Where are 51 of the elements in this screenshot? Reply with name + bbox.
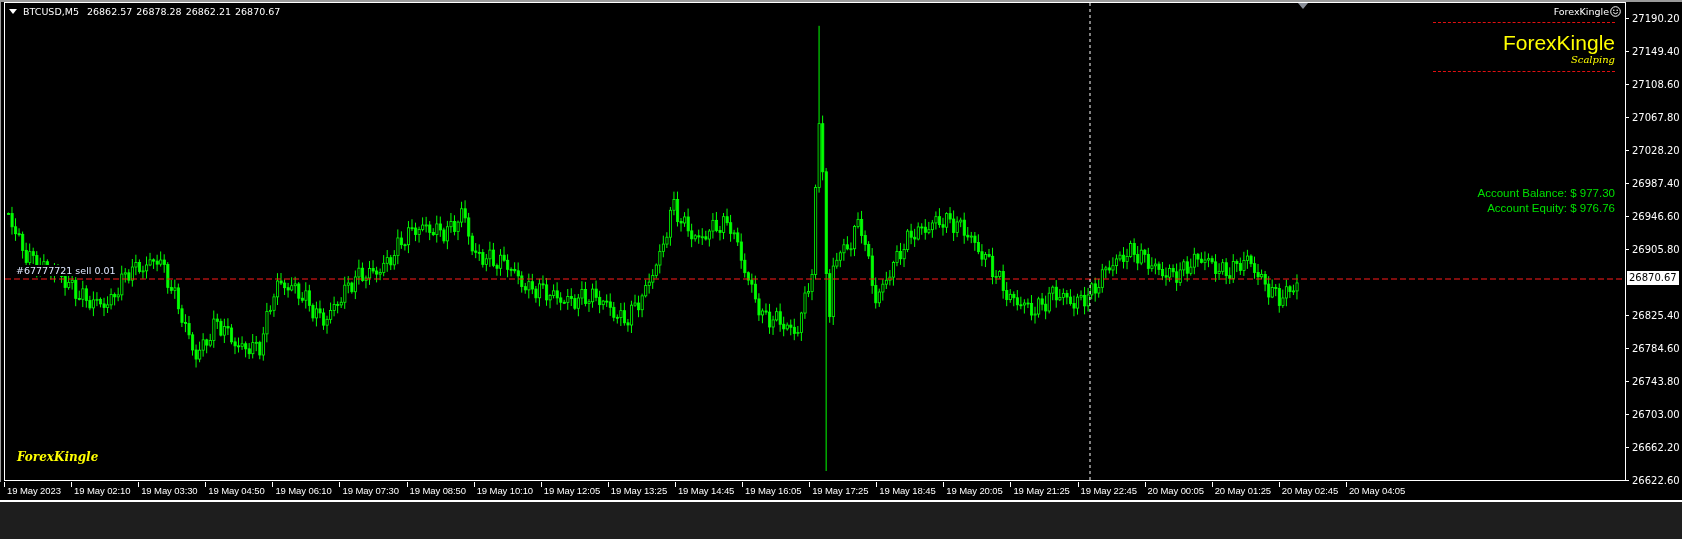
time-tick-label: 19 May 03:30 xyxy=(141,485,198,496)
price-tick-label: 26946.60 xyxy=(1632,211,1680,222)
order-label: #67777721 sell 0.01 xyxy=(14,265,118,276)
price-tick-label: 27108.60 xyxy=(1632,79,1680,90)
smiley-icon xyxy=(1610,6,1621,17)
price-tick-label: 26703.00 xyxy=(1632,409,1680,420)
high-price: 26878.28 xyxy=(136,6,182,17)
price-tick-label: 27028.20 xyxy=(1632,145,1680,156)
price-tick-label: 27190.20 xyxy=(1632,13,1680,24)
time-tick-label: 19 May 20:05 xyxy=(946,485,1003,496)
price-tick-label: 27149.40 xyxy=(1632,46,1680,57)
price-tick-label: 26784.60 xyxy=(1632,343,1680,354)
symbol-label: BTCUSD,M5 xyxy=(23,6,79,17)
time-tick-label: 19 May 17:25 xyxy=(812,485,869,496)
time-tick-label: 19 May 02:10 xyxy=(74,485,131,496)
shift-marker-icon[interactable] xyxy=(1298,3,1308,9)
account-line: Account Balance: $ 977.30 xyxy=(1477,186,1615,201)
corner-logo: ForexKingle xyxy=(17,450,99,464)
time-tick-label: 19 May 21:25 xyxy=(1013,485,1070,496)
time-tick-label: 20 May 00:05 xyxy=(1147,485,1204,496)
logo-subtitle: Scalping xyxy=(1570,54,1615,65)
time-tick-label: 19 May 07:30 xyxy=(342,485,399,496)
dropdown-icon[interactable] xyxy=(9,9,17,14)
current-price-label: 26870.67 xyxy=(1627,271,1679,285)
price-tick-label: 26662.20 xyxy=(1632,442,1680,453)
time-tick-label: 20 May 02:45 xyxy=(1281,485,1339,496)
time-tick-label: 20 May 01:25 xyxy=(1214,485,1272,496)
open-price: 26862.57 xyxy=(86,6,133,17)
price-tick-label: 26825.40 xyxy=(1632,310,1680,321)
price-tick-label: 26743.80 xyxy=(1632,376,1680,387)
time-tick-label: 19 May 2023 xyxy=(7,485,61,496)
time-tick-label: 19 May 06:10 xyxy=(275,485,332,496)
account-line: Account Equity: $ 976.76 xyxy=(1486,201,1615,216)
time-tick-label: 19 May 16:05 xyxy=(745,485,802,496)
time-tick-label: 19 May 18:45 xyxy=(879,485,936,496)
time-tick-label: 19 May 13:25 xyxy=(610,485,668,496)
time-tick-label: 19 May 04:50 xyxy=(208,485,265,496)
time-tick-label: 20 May 04:05 xyxy=(1348,485,1406,496)
close-price: 26870.67 xyxy=(235,6,281,17)
time-tick-label: 19 May 08:50 xyxy=(409,485,466,496)
expert-name: ForexKingle xyxy=(1553,6,1609,17)
price-tick-label: 26987.40 xyxy=(1632,178,1680,189)
price-tick-label: 27067.80 xyxy=(1632,112,1680,123)
logo-title: ForexKingle xyxy=(1502,32,1615,54)
price-tick-label: 26622.60 xyxy=(1632,475,1680,486)
time-tick-label: 19 May 10:10 xyxy=(476,485,534,496)
time-tick-label: 19 May 14:45 xyxy=(677,485,735,496)
price-tick-label: 26905.80 xyxy=(1632,244,1680,255)
time-tick-label: 19 May 22:45 xyxy=(1080,485,1137,496)
low-price: 26862.21 xyxy=(185,6,231,17)
time-tick-label: 19 May 12:05 xyxy=(543,485,601,496)
